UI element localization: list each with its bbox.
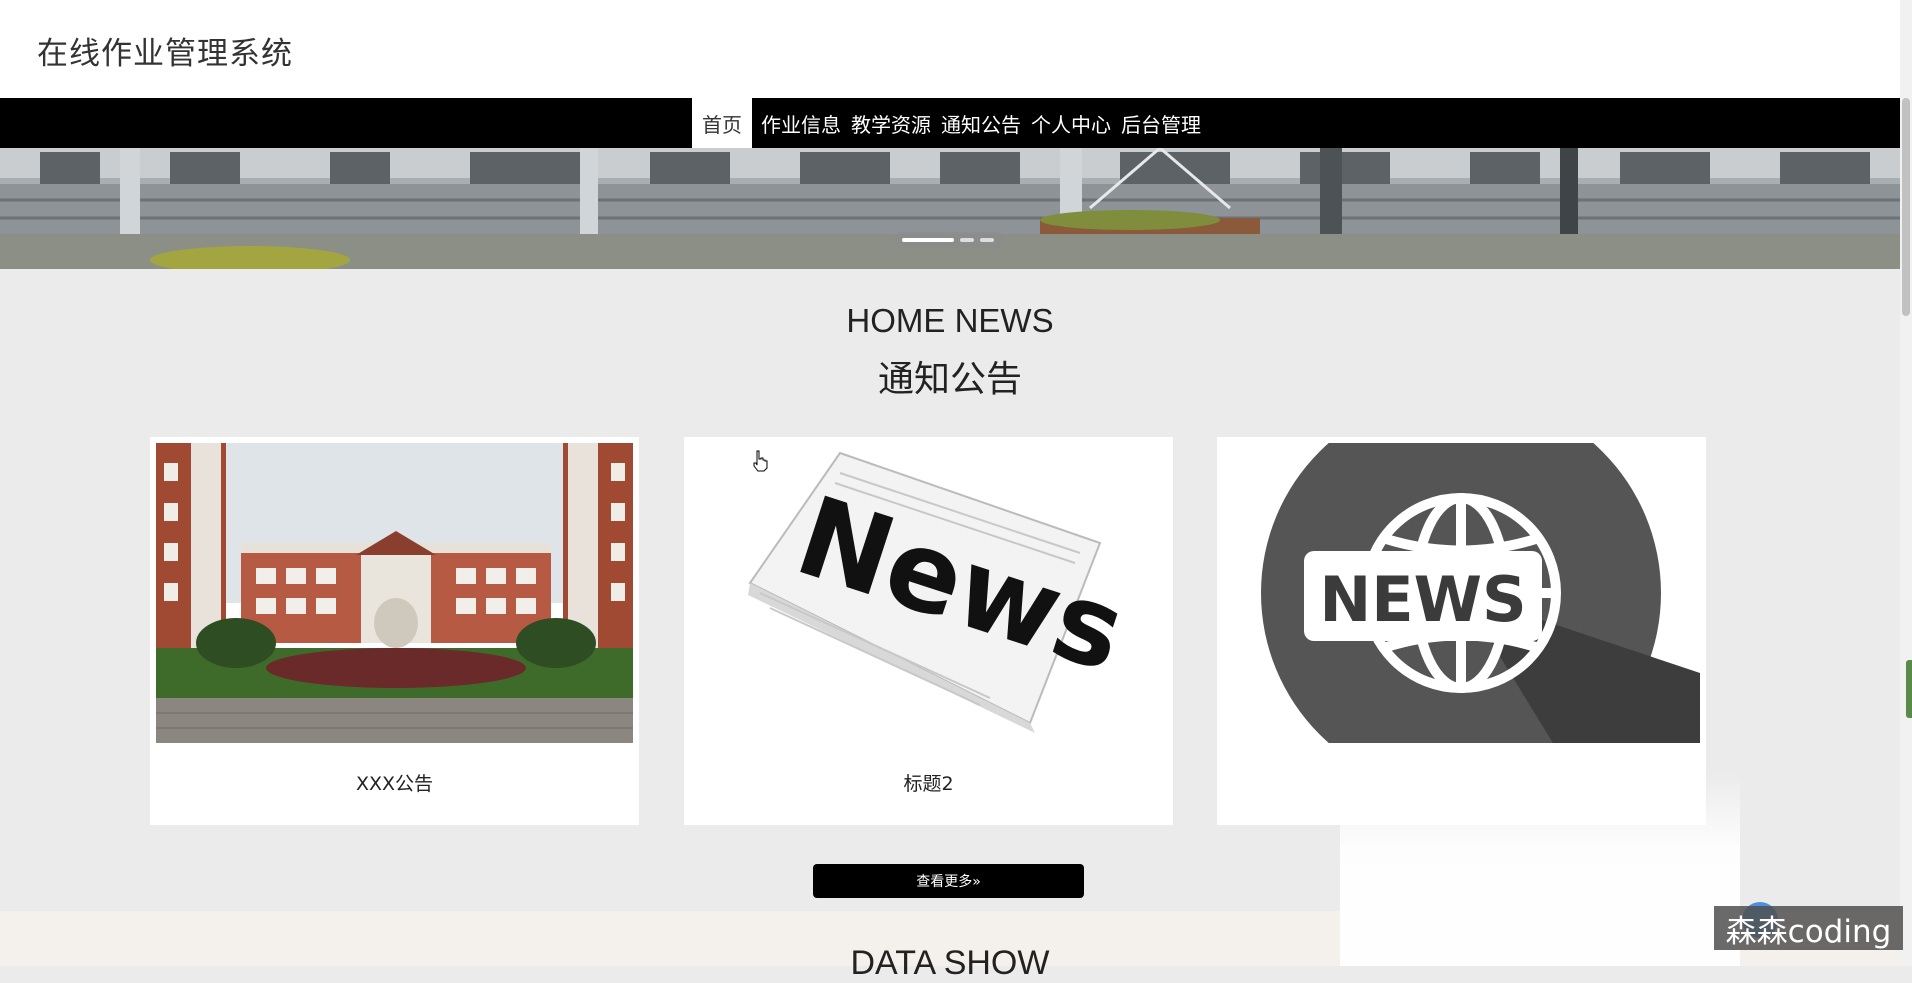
carousel-dot[interactable] <box>960 238 974 242</box>
view-more-button[interactable]: 查看更多» <box>813 864 1084 898</box>
nav-item-notices[interactable]: 通知公告 <box>936 98 1026 148</box>
carousel-dot-active[interactable] <box>902 238 954 242</box>
news-card[interactable]: News 标题2 <box>684 437 1173 825</box>
page-scrollbar[interactable] <box>1900 0 1912 966</box>
banner-image <box>0 148 1900 269</box>
main-nav: 首页 作业信息 教学资源 通知公告 个人中心 后台管理 <box>0 98 1900 148</box>
site-header: 在线作业管理系统 <box>0 0 1900 98</box>
news-card[interactable]: NEWS <box>1217 437 1706 825</box>
nav-item-home[interactable]: 首页 <box>692 98 752 148</box>
news-card[interactable]: XXX公告 <box>150 437 639 825</box>
news-card-title[interactable]: 标题2 <box>684 769 1173 796</box>
scrollbar-thumb[interactable] <box>1902 98 1910 316</box>
nav-items: 首页 作业信息 教学资源 通知公告 个人中心 后台管理 <box>692 98 1206 148</box>
watermark: 森森coding <box>1714 906 1903 950</box>
nav-item-resources[interactable]: 教学资源 <box>846 98 936 148</box>
news-card-image: NEWS <box>1223 443 1700 743</box>
carousel-indicators[interactable] <box>894 232 1004 248</box>
carousel-dot[interactable] <box>980 238 994 242</box>
nav-item-homework[interactable]: 作业信息 <box>756 98 846 148</box>
site-title: 在线作业管理系统 <box>37 36 293 72</box>
news-card-image: News <box>690 443 1167 743</box>
hand-cursor-icon <box>753 450 768 472</box>
svg-text:NEWS: NEWS <box>1319 563 1526 636</box>
overlay-fade <box>1340 772 1740 966</box>
banner-carousel[interactable] <box>0 148 1900 269</box>
news-section-title-en: HOME NEWS <box>846 302 1054 339</box>
news-card-image <box>156 443 633 743</box>
news-section-title-cn: 通知公告 <box>877 359 1022 400</box>
side-tab-icon[interactable] <box>1906 660 1912 718</box>
nav-item-profile[interactable]: 个人中心 <box>1026 98 1116 148</box>
nav-item-admin[interactable]: 后台管理 <box>1116 98 1206 148</box>
news-card-title[interactable]: XXX公告 <box>150 769 639 796</box>
